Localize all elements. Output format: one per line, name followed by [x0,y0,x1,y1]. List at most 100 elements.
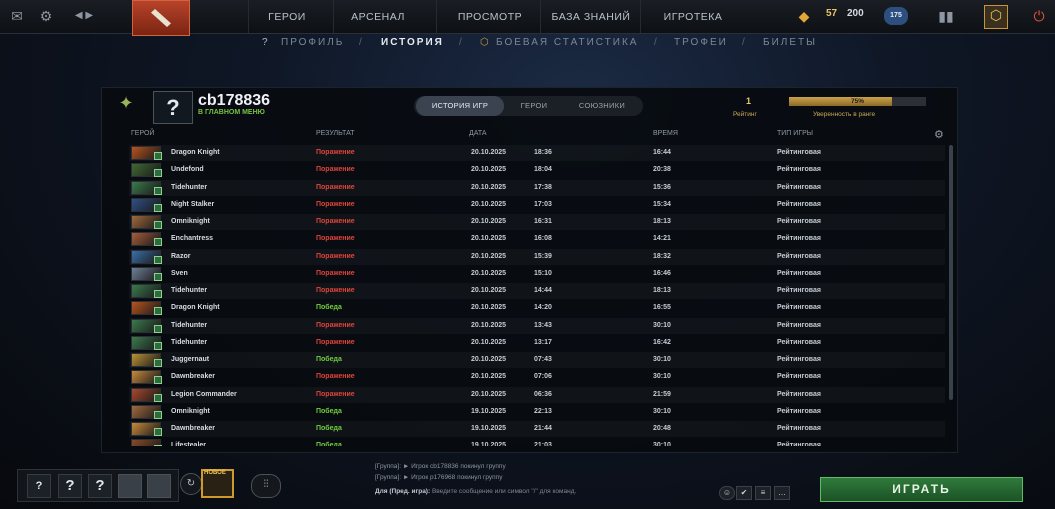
mail-icon[interactable]: ✉ [8,7,26,25]
game-type: Рейтинговая [777,184,821,191]
chat-input[interactable]: Для (Пред. игра): Введите сообщение или … [375,488,576,495]
table-row[interactable]: Tidehunter Поражение 20.10.2025 14:44 18:13 Р… [129,283,945,299]
table-row[interactable]: Enchantress Поражение 20.10.2025 16:08 14:21… [129,231,945,247]
subnav-trophies[interactable]: ТРОФЕИ [674,37,728,48]
party-slot-empty[interactable] [147,474,171,498]
subnav-separator: / [654,37,659,48]
hero-name: Tidehunter [171,287,208,294]
table-row[interactable]: Tidehunter Поражение 20.10.2025 13:43 30:10 Р… [129,318,945,334]
hero-name: Enchantress [171,235,214,242]
play-button[interactable]: ИГРАТЬ [820,477,1023,502]
ranked-badge-icon [154,204,162,212]
scrollbar[interactable] [949,145,953,400]
game-type: Рейтинговая [777,304,821,311]
dota-plus-icon[interactable]: ⬡ [984,5,1008,29]
more-icon[interactable]: … [774,486,790,500]
ready-check-icon[interactable]: ✔ [736,486,752,500]
chat-channel-label: Для (Пред. игра): [375,488,431,495]
column-header-duration[interactable]: ВРЕМЯ [653,130,678,137]
subnav-tickets[interactable]: БИЛЕТЫ [763,37,817,48]
party-slot-empty[interactable] [118,474,142,498]
nav-arcade[interactable]: ИГРОТЕКА [640,0,745,33]
hero-name: Tidehunter [171,322,208,329]
gear-icon[interactable]: ⚙ [934,128,944,141]
party-slot[interactable]: ? [88,474,112,498]
match-time: 15:39 [534,253,552,260]
chat-message: [Группа]: ► Игрок cb178836 покинул групп… [375,463,506,470]
hero-name: Tidehunter [171,184,208,191]
match-time: 21:44 [534,425,552,432]
table-row[interactable]: Night Stalker Поражение 20.10.2025 17:03 15:… [129,197,945,213]
party-slot[interactable]: ? [27,474,51,498]
nav-armory-label: АРСЕНАЛ [351,10,405,23]
nav-watch[interactable]: ПРОСМОТР [436,0,543,33]
game-type: Рейтинговая [777,391,821,398]
ranked-badge-icon [154,273,162,281]
ranked-badge-icon [154,256,162,264]
tab-allies[interactable]: СОЮЗНИКИ [564,96,640,116]
table-row[interactable]: Dawnbreaker Поражение 20.10.2025 07:06 30:10… [129,369,945,385]
table-row[interactable]: Undefond Поражение 20.10.2025 18:04 20:38 Рей… [129,162,945,178]
match-time: 15:10 [534,270,552,277]
match-duration: 30:10 [653,408,671,415]
rank-label: Рейтинг [733,111,757,118]
hero-name: Dragon Knight [171,149,220,156]
match-result: Поражение [316,270,355,277]
level-badge[interactable]: 175 [884,7,908,25]
game-type: Рейтинговая [777,408,821,415]
table-row[interactable]: Dragon Knight Победа 20.10.2025 14:20 16:55 Р… [129,300,945,316]
table-row[interactable]: Juggernaut Победа 20.10.2025 07:43 30:10 Рейт… [129,352,945,368]
refresh-icon[interactable]: ↻ [180,473,202,495]
power-icon[interactable]: ⏻ [1030,7,1048,25]
table-row[interactable]: Legion Commander Поражение 20.10.2025 06:36… [129,387,945,403]
avatar[interactable]: ? [153,91,193,124]
hero-name: Razor [171,253,191,260]
column-header-game-type[interactable]: ТИП ИГРЫ [777,130,813,137]
back-forward-icon[interactable]: ◀ ▶ [70,7,98,25]
match-duration: 18:32 [653,253,671,260]
match-date: 20.10.2025 [471,235,507,242]
emoticon-icon[interactable]: ☺ [719,486,735,500]
table-row[interactable]: Omniknight Победа 19.10.2025 22:13 30:10 Рейт… [129,404,945,420]
subnav-history[interactable]: ИСТОРИЯ [381,37,444,48]
player-status: В ГЛАВНОМ МЕНЮ [198,109,265,116]
ranked-badge-icon [154,290,162,298]
tab-heroes[interactable]: ГЕРОИ [506,96,562,116]
tab-match-history[interactable]: ИСТОРИЯ ИГР [416,96,504,116]
table-row[interactable]: Sven Поражение 20.10.2025 15:10 16:46 Рейтинг… [129,266,945,282]
nav-learn[interactable]: БАЗА ЗНАНИЙ [540,0,641,33]
party-slot[interactable]: ? [58,474,82,498]
table-row[interactable]: Tidehunter Поражение 20.10.2025 17:38 15:36 Р… [129,180,945,196]
nav-armory[interactable]: АРСЕНАЛ [333,0,422,33]
table-row[interactable]: Omniknight Поражение 20.10.2025 16:31 18:13 Р… [129,214,945,230]
party-finder-icon[interactable]: ⫶⫶ [251,474,281,498]
match-duration: 30:10 [653,322,671,329]
subnav-battle-stats[interactable]: БОЕВАЯ СТАТИСТИКА [496,37,638,48]
column-header-hero[interactable]: ГЕРОЙ [131,130,154,137]
ranked-badge-icon [154,428,162,436]
match-result: Поражение [316,218,355,225]
match-date: 20.10.2025 [471,218,507,225]
match-result: Поражение [316,391,355,398]
table-row[interactable]: Razor Поражение 20.10.2025 15:39 18:32 Рейтин… [129,249,945,265]
table-row[interactable]: Dragon Knight Поражение 20.10.2025 18:36 16:… [129,145,945,161]
stats-icon[interactable]: ▮▮ [937,7,955,25]
chat-placeholder: Введите сообщение или символ "/" для ком… [431,488,577,495]
chat-options-icon[interactable]: ≡ [755,486,771,500]
nav-watch-label: ПРОСМОТР [457,10,523,23]
table-row[interactable]: Tidehunter Поражение 20.10.2025 13:17 16:42 Р… [129,335,945,351]
dota-logo-button[interactable] [132,0,190,36]
match-result: Поражение [316,235,355,242]
table-row[interactable]: Dawnbreaker Победа 19.10.2025 21:44 20:48 Рей… [129,421,945,437]
table-row[interactable]: Lifestealer Победа 19.10.2025 21:03 30:10 Рей… [129,438,945,446]
nav-heroes[interactable]: ГЕРОИ [248,0,325,33]
rank-confidence-value: 75% [850,98,864,105]
subnav-profile[interactable]: ПРОФИЛЬ [281,37,344,48]
match-duration: 15:36 [653,184,671,191]
settings-icon[interactable]: ⚙ [37,7,55,25]
ranked-badge-icon [154,359,162,367]
match-date: 20.10.2025 [471,253,507,260]
column-header-date[interactable]: ДАТА [469,130,487,137]
rank-value: 1 [746,96,752,106]
column-header-result[interactable]: РЕЗУЛЬТАТ [316,130,354,137]
